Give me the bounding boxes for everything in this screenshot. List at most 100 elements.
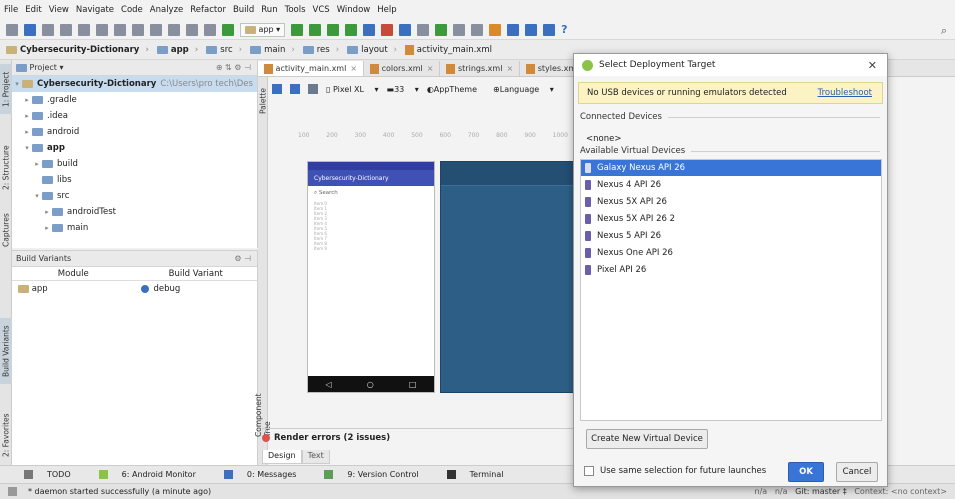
device-item[interactable]: Galaxy Nexus API 26	[581, 160, 881, 176]
back-arrow-icon[interactable]	[60, 23, 72, 36]
save-icon[interactable]	[24, 23, 36, 36]
tree-item[interactable]: ▸ build	[12, 156, 257, 172]
breadcrumb-file[interactable]: activity_main.xml	[405, 44, 492, 55]
sync-icon[interactable]	[42, 23, 54, 36]
device-item[interactable]: Nexus 5X API 26 2	[581, 211, 881, 227]
find-icon[interactable]	[150, 23, 162, 36]
panel-settings-icon[interactable]: ⚙ ⊣	[234, 254, 251, 263]
download-icon[interactable]	[543, 23, 556, 36]
cancel-button[interactable]: Cancel	[836, 462, 878, 482]
expand-arrow-icon[interactable]: ▾	[22, 144, 32, 152]
same-selection-checkbox[interactable]: Use same selection for future launches	[584, 466, 766, 476]
make-project-icon[interactable]	[222, 23, 234, 36]
terminal-icon[interactable]	[525, 23, 538, 36]
run-config-select[interactable]: app ▾	[240, 22, 286, 37]
blueprint-view-icon[interactable]	[290, 84, 300, 94]
git-branch[interactable]: Git: master ‡	[795, 487, 847, 496]
device-item[interactable]: Nexus One API 26	[581, 245, 881, 261]
tree-item[interactable]: ▾ src	[12, 188, 257, 204]
tool-tab-favorites[interactable]: 2: Favorites	[0, 406, 12, 464]
attach-debugger-icon[interactable]	[363, 23, 376, 36]
menu-build[interactable]: Build	[233, 5, 254, 15]
tool-messages[interactable]: 0: Messages	[223, 470, 311, 479]
tree-item[interactable]: ▾ app	[12, 140, 257, 156]
search-everywhere-icon[interactable]: ⌕	[941, 24, 947, 38]
profile-icon[interactable]	[345, 23, 358, 36]
tool-terminal[interactable]: Terminal	[446, 470, 518, 479]
menu-run[interactable]: Run	[261, 5, 277, 15]
breadcrumb-src[interactable]: src ›	[206, 45, 242, 55]
expand-arrow-icon[interactable]: ▸	[42, 224, 52, 232]
tree-item[interactable]: ▸ .idea	[12, 108, 257, 124]
table-row[interactable]: app debug	[12, 281, 257, 296]
troubleshoot-link[interactable]: Troubleshoot	[818, 88, 872, 98]
device-item[interactable]: Nexus 5X API 26	[581, 194, 881, 210]
tab-text[interactable]: Text	[301, 450, 330, 464]
menu-view[interactable]: View	[49, 5, 69, 15]
close-icon[interactable]: ×	[350, 64, 357, 73]
tree-item[interactable]: ▸ .gradle	[12, 92, 257, 108]
tool-version-control[interactable]: 9: Version Control	[324, 470, 432, 479]
ok-button[interactable]: OK	[788, 462, 824, 482]
breadcrumb-main[interactable]: main ›	[250, 45, 295, 55]
close-icon[interactable]: ✕	[868, 59, 877, 72]
tool-tab-palette[interactable]: Palette	[258, 81, 268, 121]
menu-tools[interactable]: Tools	[285, 5, 306, 15]
api-select[interactable]: ▬33 ▾	[387, 85, 419, 94]
device-item[interactable]: Nexus 5 API 26	[581, 228, 881, 244]
menu-help[interactable]: Help	[377, 5, 396, 15]
checkbox-box[interactable]	[584, 466, 594, 476]
language-select[interactable]: ⊕Language ▾	[493, 85, 554, 94]
device-select[interactable]: ▯ Pixel XL ▾	[326, 85, 379, 94]
expand-arrow-icon[interactable]: ▸	[22, 112, 32, 120]
tool-tab-captures[interactable]: Captures	[0, 208, 12, 252]
menu-file[interactable]: File	[4, 5, 18, 15]
create-new-virtual-device-button[interactable]: Create New Virtual Device	[586, 429, 708, 449]
layout-inspector-icon[interactable]	[489, 23, 502, 36]
undo-icon[interactable]	[507, 23, 520, 36]
tool-tab-project[interactable]: 1: Project	[0, 64, 12, 114]
menu-vcs[interactable]: VCS	[313, 5, 330, 15]
menu-window[interactable]: Window	[337, 5, 371, 15]
cut-icon[interactable]	[96, 23, 108, 36]
breadcrumb-project[interactable]: Cybersecurity-Dictionary ›	[6, 45, 149, 55]
orientation-icon[interactable]	[308, 84, 318, 94]
menu-edit[interactable]: Edit	[25, 5, 41, 15]
android-device-monitor-icon[interactable]	[453, 23, 466, 36]
theme-select[interactable]: ◐AppTheme	[427, 85, 485, 94]
tree-item[interactable]: ▸ android	[12, 124, 257, 140]
sdk-manager-icon[interactable]	[435, 23, 448, 36]
avd-manager-icon[interactable]	[417, 23, 430, 36]
expand-arrow-icon[interactable]: ▸	[42, 208, 52, 216]
sync-gradle-icon[interactable]	[399, 23, 412, 36]
apply-changes-icon[interactable]	[309, 23, 322, 36]
status-toggle-icon[interactable]	[8, 487, 17, 496]
tool-tab-build-variants[interactable]: Build Variants	[0, 318, 12, 384]
expand-arrow-icon[interactable]: ▸	[22, 96, 32, 104]
expand-arrow-icon[interactable]: ▾	[32, 192, 42, 200]
tab-strings[interactable]: strings.xml ×	[440, 61, 521, 76]
tree-item[interactable]: ▸ androidTest	[12, 204, 257, 220]
tree-root[interactable]: ▾ Cybersecurity-Dictionary C:\Users\pro …	[12, 76, 257, 92]
stop-icon[interactable]	[381, 23, 394, 36]
menu-analyze[interactable]: Analyze	[150, 5, 184, 15]
run-icon[interactable]	[291, 23, 304, 36]
expand-arrow-icon[interactable]: ▸	[32, 160, 42, 168]
expand-arrow-icon[interactable]: ▸	[22, 128, 32, 136]
nav-forward-icon[interactable]	[204, 23, 216, 36]
paste-icon[interactable]	[132, 23, 144, 36]
breadcrumb-layout[interactable]: layout ›	[347, 45, 397, 55]
device-item[interactable]: Pixel API 26	[581, 262, 881, 278]
copy-icon[interactable]	[114, 23, 126, 36]
tree-item[interactable]: libs	[12, 172, 257, 188]
debug-icon[interactable]	[327, 23, 340, 36]
nav-back-icon[interactable]	[186, 23, 198, 36]
tool-android-monitor[interactable]: 6: Android Monitor	[98, 470, 210, 479]
close-icon[interactable]: ×	[506, 64, 513, 73]
tool-todo[interactable]: TODO	[24, 470, 85, 479]
design-view-icon[interactable]	[272, 84, 282, 94]
render-errors[interactable]: Render errors (2 issues)	[262, 428, 582, 446]
project-structure-icon[interactable]	[471, 23, 484, 36]
forward-arrow-icon[interactable]	[78, 23, 90, 36]
close-icon[interactable]: ×	[427, 64, 434, 73]
